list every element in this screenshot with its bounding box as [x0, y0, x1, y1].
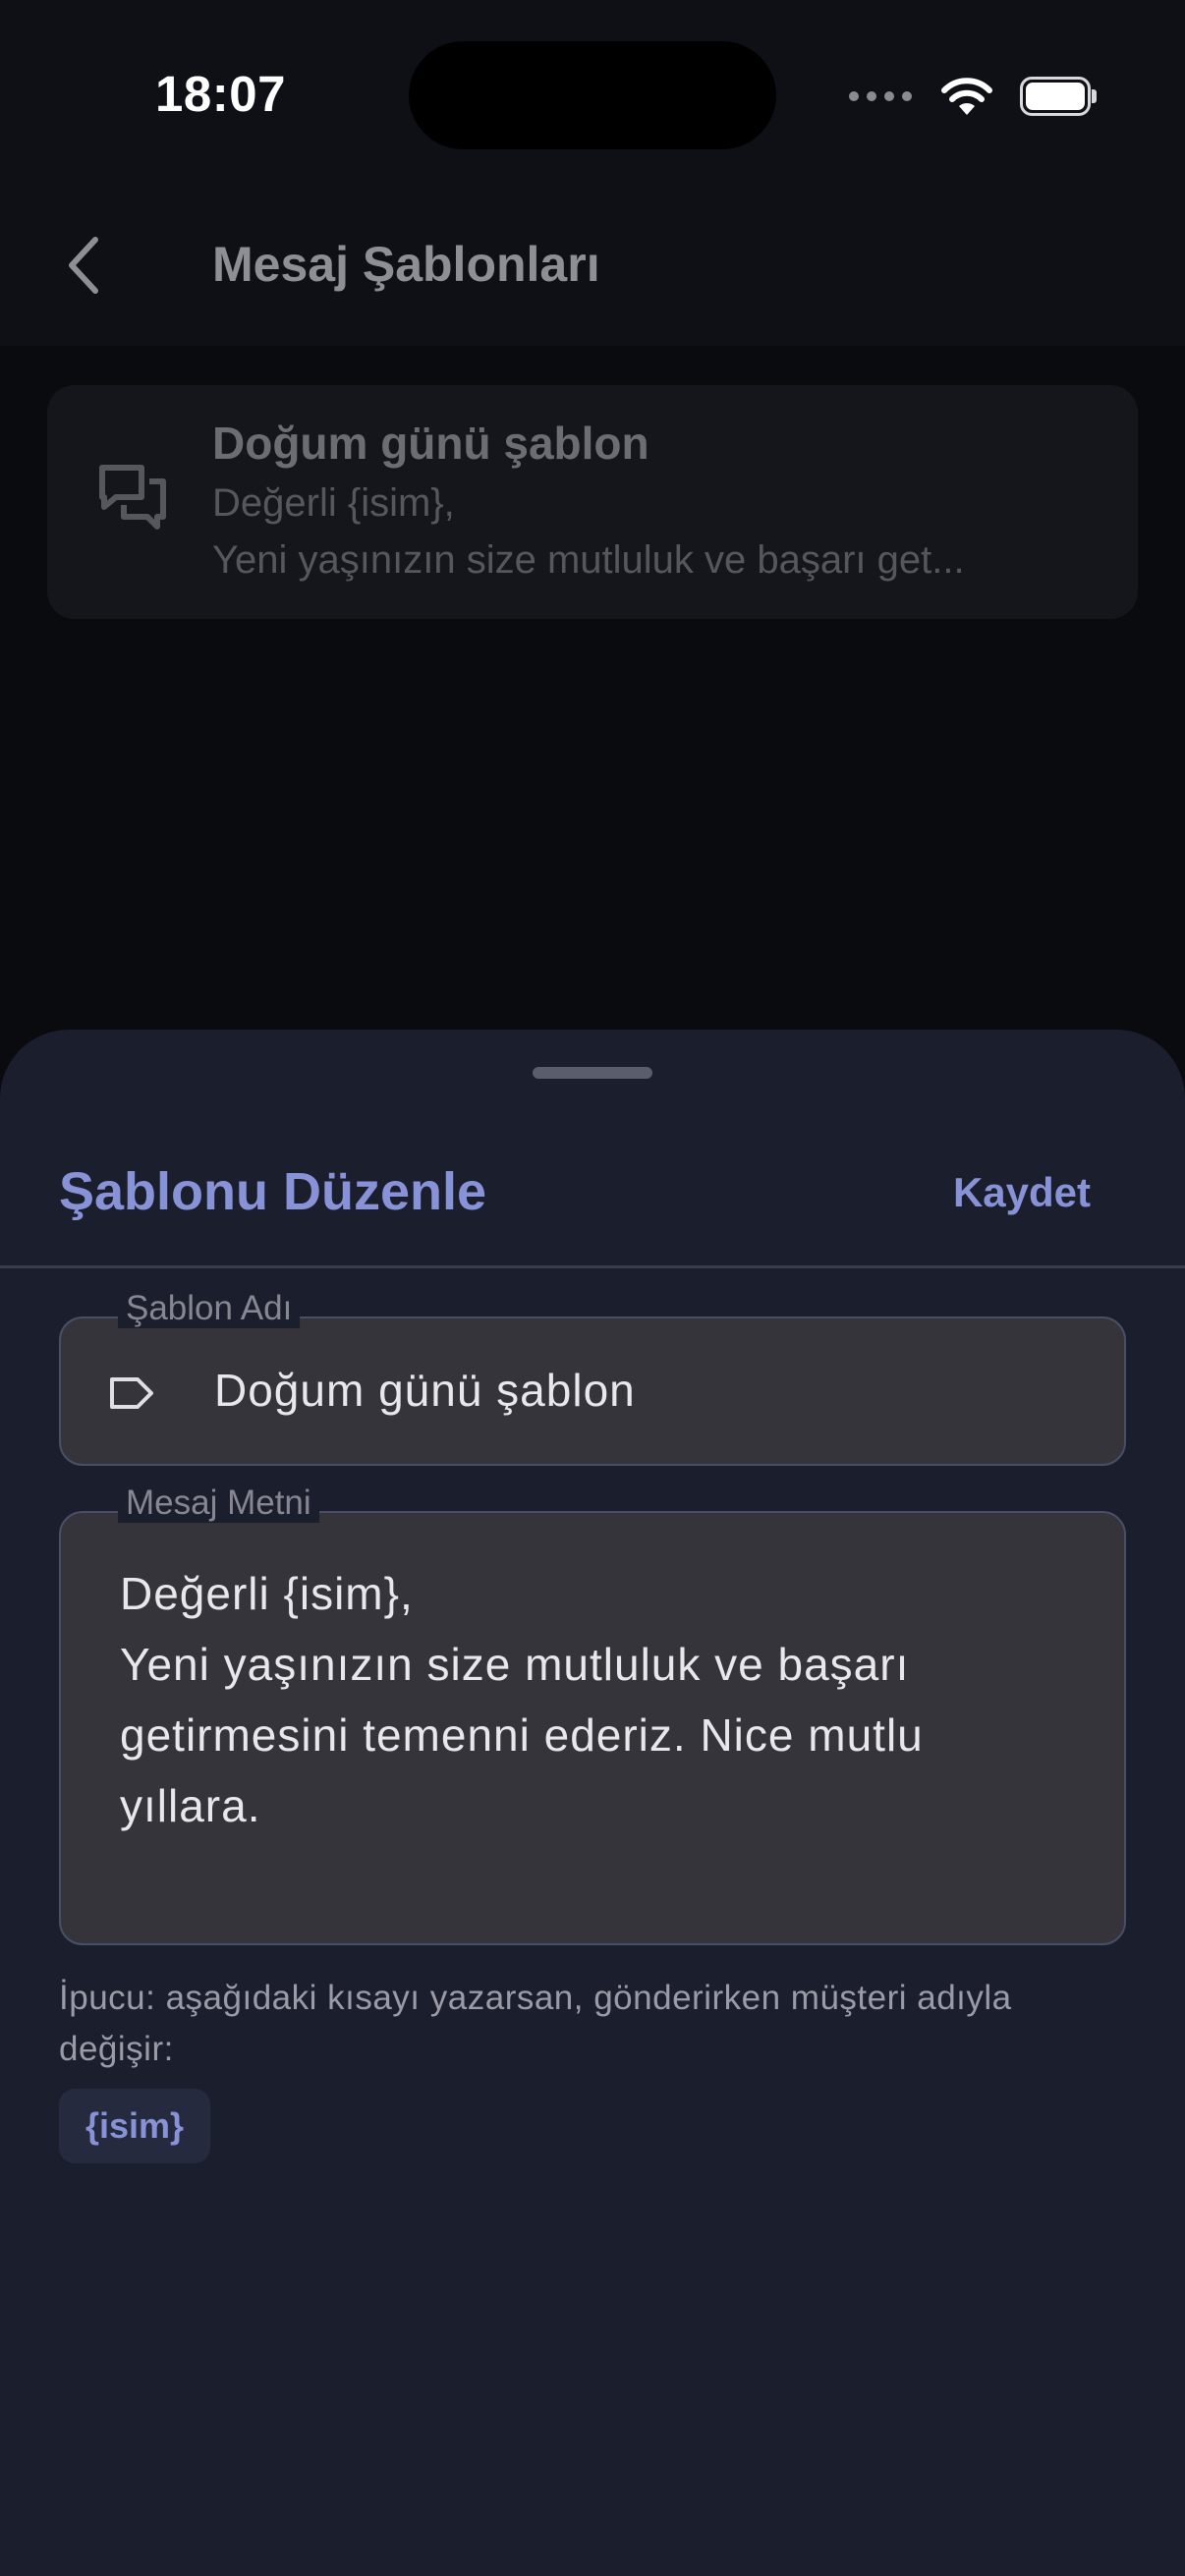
page-title: Mesaj Şablonları	[212, 237, 600, 292]
back-button[interactable]	[59, 228, 108, 303]
battery-icon	[1020, 77, 1097, 116]
template-name-input[interactable]: Doğum günü şablon	[214, 1364, 636, 1417]
status-time: 18:07	[155, 66, 286, 122]
template-preview-line: Değerli {isim},	[212, 481, 455, 525]
template-name-label: Şablon Adı	[118, 1289, 301, 1328]
edit-template-sheet: Şablonu Düzenle Kaydet Şablon Adı Doğum …	[0, 1030, 1185, 2576]
template-preview-line: Yeni yaşınızın size mutluluk ve başarı g…	[212, 538, 965, 582]
hint-text: İpucu: aşağıdaki kısayı yazarsan, gönder…	[59, 1979, 1012, 2068]
tag-icon	[110, 1377, 153, 1409]
sheet-grabber[interactable]	[533, 1067, 652, 1079]
template-list-item[interactable]: Doğum günü şablon Değerli {isim}, Yeni y…	[47, 385, 1138, 619]
message-text-input[interactable]: Değerli {isim}, Yeni yaşınızın size mutl…	[120, 1558, 1083, 1841]
save-button[interactable]: Kaydet	[953, 1169, 1091, 1216]
status-icons	[849, 73, 1097, 120]
wifi-icon	[941, 78, 992, 115]
message-text-field[interactable]: Mesaj Metni Değerli {isim}, Yeni yaşınız…	[59, 1484, 1126, 1945]
template-title: Doğum günü şablon	[212, 418, 649, 469]
message-text-label: Mesaj Metni	[118, 1484, 319, 1523]
screen: 18:07 Mesaj Şablonları Doğum günü şablon…	[0, 0, 1185, 2576]
template-name-field[interactable]: Şablon Adı Doğum günü şablon	[59, 1289, 1126, 1466]
dynamic-island	[409, 41, 776, 149]
chat-bubbles-icon	[99, 465, 166, 530]
shortcut-chip[interactable]: {isim}	[59, 2089, 210, 2163]
divider	[0, 1265, 1185, 1268]
cellular-signal-icon	[849, 91, 912, 101]
sheet-title: Şablonu Düzenle	[59, 1162, 487, 1221]
chevron-left-icon	[69, 237, 98, 294]
